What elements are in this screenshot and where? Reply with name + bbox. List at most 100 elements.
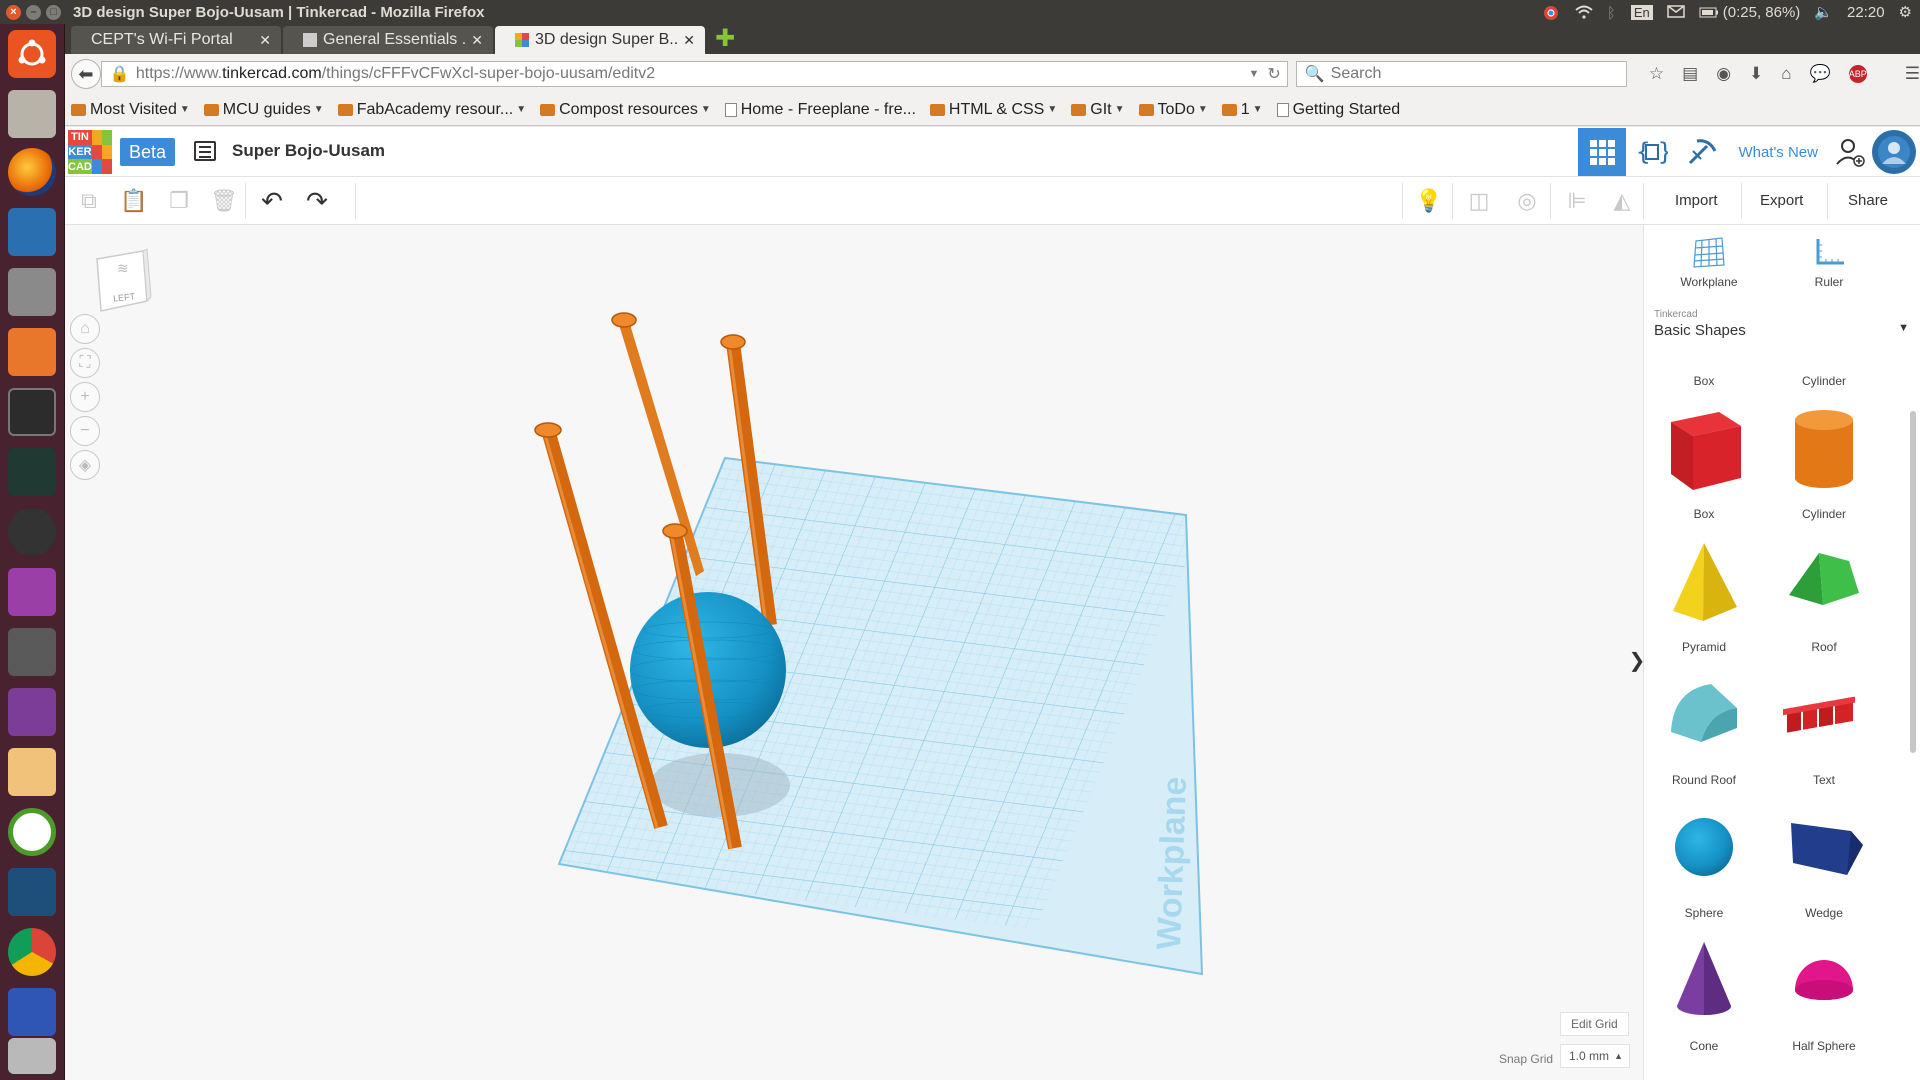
shape-roof[interactable]: Roof: [1764, 535, 1884, 668]
tab-close-icon[interactable]: ✕: [259, 32, 271, 49]
volume-icon[interactable]: 🔈: [1814, 3, 1833, 21]
cylinder-rod[interactable]: [611, 312, 704, 576]
bookmark-item[interactable]: Compost resources ▼: [540, 101, 711, 119]
bookmark-item[interactable]: GIt ▼: [1071, 101, 1125, 119]
fit-view-icon[interactable]: ⛶: [70, 348, 100, 378]
design-list-icon[interactable]: [194, 141, 216, 161]
writer-icon[interactable]: [8, 208, 56, 256]
reload-icon[interactable]: ↻: [1267, 64, 1280, 84]
user-avatar[interactable]: [1872, 130, 1916, 174]
shape-box-hole[interactable]: Box: [1644, 353, 1764, 402]
shape-pyramid[interactable]: Pyramid: [1644, 535, 1764, 668]
files-icon[interactable]: [8, 90, 56, 138]
system-settings-icon[interactable]: [8, 268, 56, 316]
butterfly-app-icon[interactable]: [8, 748, 56, 796]
undo-arrow-icon[interactable]: ↶: [248, 177, 296, 225]
perspective-icon[interactable]: ◈: [70, 450, 100, 480]
shape-round-roof[interactable]: Round Roof: [1644, 668, 1764, 801]
import-button[interactable]: Import: [1663, 186, 1730, 216]
delete-trash-icon[interactable]: 🗑: [200, 177, 248, 225]
settings-gear-icon[interactable]: ⚙: [1899, 3, 1912, 21]
url-bar[interactable]: 🔒 https://www. tinkercad.com/things/cFFFv…: [100, 61, 1288, 87]
zoom-out-icon[interactable]: −: [70, 416, 100, 446]
shape-box[interactable]: Box: [1644, 402, 1764, 535]
reading-list-icon[interactable]: ▤: [1682, 64, 1698, 84]
codeblocks-icon[interactable]: {}: [1628, 128, 1676, 176]
ungroup-icon[interactable]: ◎: [1503, 177, 1551, 225]
lightbulb-icon[interactable]: 💡: [1405, 177, 1453, 225]
ubuntu-dash-icon[interactable]: [8, 30, 56, 78]
downloads-icon[interactable]: ⬇: [1749, 64, 1763, 84]
chrome-icon[interactable]: [8, 928, 56, 976]
shape-sphere[interactable]: Sphere: [1644, 801, 1764, 934]
panel-scrollbar[interactable]: [1909, 353, 1917, 1080]
snap-grid-select[interactable]: 1.0 mm ▲: [1560, 1044, 1630, 1068]
add-user-icon[interactable]: [1832, 134, 1868, 170]
bookmark-item[interactable]: Most Visited ▼: [71, 101, 190, 119]
camera-icon[interactable]: [8, 628, 56, 676]
bookmark-item[interactable]: ToDo ▼: [1138, 101, 1208, 119]
ring-app-icon[interactable]: [8, 808, 56, 856]
align-icon[interactable]: ⊫: [1553, 177, 1601, 225]
bookmark-item[interactable]: Home - Freeplane - fre...: [724, 101, 916, 119]
new-tab-plus-icon[interactable]: ✚: [715, 24, 735, 53]
tinkercad-logo[interactable]: TIN KER CAD: [68, 130, 112, 174]
wifi-icon[interactable]: [1575, 5, 1593, 19]
home-view-icon[interactable]: ⌂: [70, 314, 100, 344]
edit-grid-button[interactable]: Edit Grid: [1560, 1012, 1629, 1036]
chat-icon[interactable]: 💬: [1810, 64, 1831, 84]
bookmark-star-icon[interactable]: ☆: [1649, 64, 1664, 84]
3d-view-grid-icon[interactable]: [1578, 128, 1627, 176]
tab-general-essentials[interactable]: General Essentials ... ✕: [283, 26, 493, 54]
terminal-icon[interactable]: [8, 388, 56, 436]
battery-indicator[interactable]: (0:25, 86%): [1699, 4, 1800, 21]
panel-collapse-chevron-icon[interactable]: ❯: [1629, 635, 1646, 685]
shape-text[interactable]: Text: [1764, 668, 1884, 801]
chrome-tray-icon[interactable]: [1543, 5, 1561, 20]
bluetooth-icon[interactable]: ᛒ: [1607, 5, 1617, 22]
tab-tinkercad-design[interactable]: 3D design Super B... ✕: [495, 26, 705, 54]
clock[interactable]: 22:20: [1847, 4, 1885, 21]
bookmark-item[interactable]: 1 ▼: [1221, 101, 1263, 119]
window-minimize-button[interactable]: –: [26, 4, 41, 20]
bricks-pickaxe-icon[interactable]: [1678, 128, 1726, 176]
pocket-icon[interactable]: ◉: [1716, 64, 1731, 84]
stack-app-icon[interactable]: [8, 1038, 56, 1074]
shape-cylinder[interactable]: Cylinder: [1764, 402, 1884, 535]
tab-close-icon[interactable]: ✕: [471, 32, 483, 49]
shape-half-sphere[interactable]: Half Sphere: [1764, 934, 1884, 1067]
shape-cone[interactable]: Cone: [1644, 934, 1764, 1067]
bookmark-item[interactable]: MCU guides ▼: [203, 101, 324, 119]
adblock-icon[interactable]: ABP: [1848, 65, 1867, 83]
mail-icon[interactable]: [1667, 5, 1685, 19]
software-center-icon[interactable]: [8, 328, 56, 376]
shape-cylinder-hole[interactable]: Cylinder: [1764, 353, 1884, 402]
ruler-tool[interactable]: Ruler: [1779, 235, 1879, 289]
firefox-icon[interactable]: [8, 148, 56, 196]
bookmark-item[interactable]: HTML & CSS ▼: [929, 101, 1057, 119]
workplane-tool[interactable]: Workplane: [1659, 235, 1759, 289]
workspace-switcher-icon[interactable]: [8, 568, 56, 616]
window-close-button[interactable]: ×: [6, 4, 21, 20]
video-icon[interactable]: [8, 688, 56, 736]
design-name[interactable]: Super Bojo-Uusam: [232, 141, 385, 161]
shape-wedge[interactable]: Wedge: [1764, 801, 1884, 934]
redo-arrow-icon[interactable]: ↷: [293, 177, 341, 225]
whats-new-link[interactable]: What's New: [1738, 144, 1818, 161]
zoom-in-icon[interactable]: +: [70, 382, 100, 412]
group-icon[interactable]: ◫: [1455, 177, 1503, 225]
bookmark-item[interactable]: FabAcademy resour... ▼: [337, 101, 526, 119]
scrollbar-thumb[interactable]: [1910, 411, 1916, 753]
back-arrow-icon[interactable]: ⬅: [71, 59, 101, 89]
export-button[interactable]: Export: [1748, 186, 1815, 216]
paste-icon[interactable]: 📋: [110, 177, 158, 225]
bookmark-item[interactable]: Getting Started: [1276, 101, 1400, 119]
copy-icon[interactable]: ⧉: [65, 177, 113, 225]
3d-scene[interactable]: Workplane: [65, 225, 1643, 1080]
url-dropdown-icon[interactable]: ▼: [1248, 68, 1259, 80]
gear-app-icon[interactable]: [8, 988, 56, 1036]
tab-close-icon[interactable]: ✕: [683, 32, 695, 49]
shape-library-select[interactable]: Basic Shapes ▼: [1654, 322, 1909, 339]
keyboard-layout-indicator[interactable]: En: [1630, 4, 1653, 20]
view-cube[interactable]: LEFT ≋: [89, 247, 161, 324]
